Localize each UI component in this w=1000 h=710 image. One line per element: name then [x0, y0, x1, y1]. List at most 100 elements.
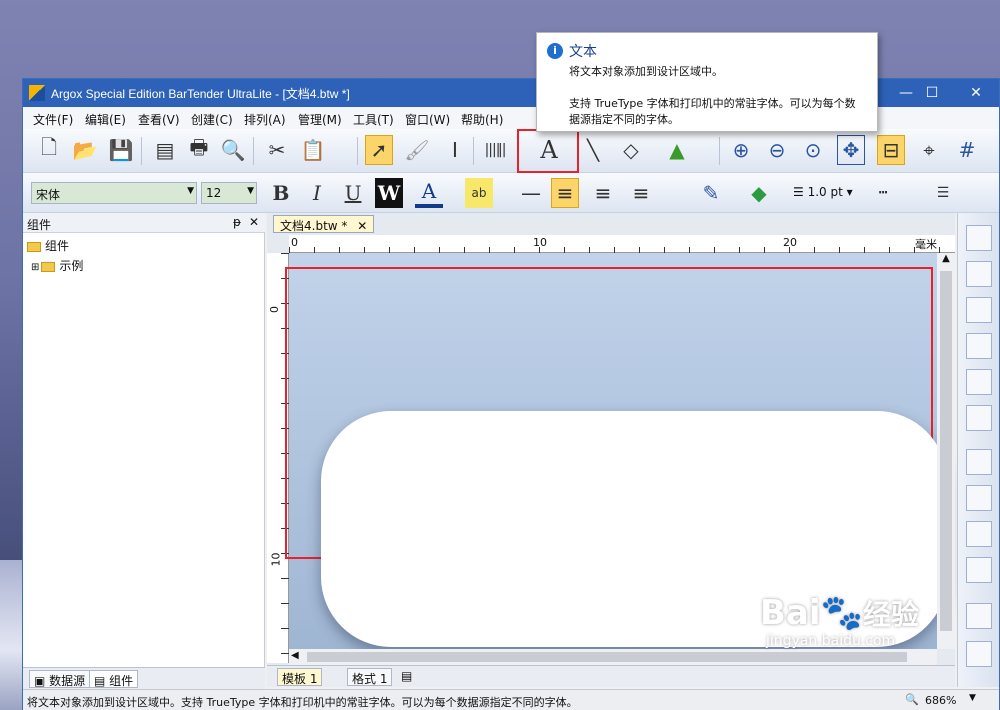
menu-help[interactable]: 帮助(H) [461, 111, 503, 128]
menu-edit[interactable]: 编辑(E) [85, 111, 126, 128]
toolbar-separator [719, 137, 720, 165]
scroll-thumb[interactable] [307, 652, 907, 662]
guides-icon[interactable]: ⌖ [915, 135, 943, 165]
menu-file[interactable]: 文件(F) [33, 111, 73, 128]
expand-icon[interactable]: ⊞ [31, 262, 39, 273]
font-size-select[interactable]: 12 ▼ [201, 182, 257, 204]
border-style-icon[interactable]: ☰ [929, 178, 957, 208]
line-style-icon[interactable]: ┅ [869, 178, 897, 208]
align-left-icon[interactable]: ≡ [551, 178, 579, 208]
panel-close-icon[interactable]: ✕ [249, 215, 259, 229]
scroll-left-icon[interactable]: ◀ [291, 650, 299, 661]
maximize-button[interactable]: ☐ [909, 79, 955, 107]
tree-item-example[interactable]: ⊞ 示例 [31, 257, 83, 274]
line-color-icon[interactable]: ✎ [697, 178, 725, 208]
chevron-down-icon: ▼ [247, 186, 254, 196]
center-vertically-icon[interactable] [966, 485, 992, 511]
paste-icon[interactable]: 📋 [299, 135, 327, 165]
same-width-icon[interactable] [966, 603, 992, 629]
text-cursor-icon[interactable]: I [441, 135, 469, 165]
font-value: 宋体 [36, 188, 61, 202]
align-left-edges-icon[interactable] [966, 225, 992, 251]
text-tool-highlight [517, 129, 579, 173]
menu-arrange[interactable]: 排列(A) [244, 111, 286, 128]
main-toolbar: 🗋 📂 💾 ▤ 🖶 🔍 ✂ 📋 ➚ 🖌 I |||‖| A ╲ ◇ ▲ ⊕ ⊖ … [23, 129, 999, 173]
scroll-up-icon[interactable]: ▲ [937, 253, 955, 264]
menu-tools[interactable]: 工具(T) [353, 111, 394, 128]
new-file-icon[interactable]: 🗋 [35, 135, 63, 165]
zoom-fit-icon[interactable]: ⊙ [799, 135, 827, 165]
chevron-down-icon: ▼ [187, 186, 194, 196]
tab-format-1[interactable]: 格式 1 [347, 668, 393, 686]
same-height-icon[interactable] [966, 641, 992, 667]
grid-icon[interactable]: # [953, 135, 981, 165]
word-wrap-button[interactable]: W [375, 178, 403, 208]
font-color-button[interactable]: A [415, 178, 443, 208]
save-icon[interactable]: 💾 [107, 135, 135, 165]
select-pointer-icon[interactable]: ➚ [365, 135, 393, 165]
open-folder-icon[interactable]: 📂 [71, 135, 99, 165]
tree-root[interactable]: 组件 [27, 237, 69, 254]
document-tab[interactable]: 文档4.btw * ✕ [273, 215, 375, 233]
center-horizontally-icon[interactable] [966, 449, 992, 475]
align-right-icon[interactable]: ≡ [627, 178, 655, 208]
distribute-horizontally-icon[interactable] [966, 521, 992, 547]
shape-tool-icon[interactable]: ◇ [617, 135, 645, 165]
align-toolbar [957, 213, 999, 687]
italic-button[interactable]: I [303, 178, 331, 208]
tooltip-line: 据源指定不同的字体。 [569, 113, 679, 126]
add-tab-icon[interactable]: ▤ [401, 669, 412, 683]
highlight-button[interactable]: ab [465, 178, 493, 208]
zoom-page-icon[interactable]: ✥ [837, 135, 865, 165]
scroll-thumb[interactable] [940, 271, 952, 631]
barcode-icon[interactable]: |||‖| [481, 135, 509, 165]
document-tab-close-icon[interactable]: ✕ [357, 219, 367, 233]
line-tool-icon[interactable]: ╲ [579, 135, 607, 165]
format-painter-icon[interactable]: 🖌 [403, 135, 431, 165]
baidu-watermark: Bai🐾经验 jingyan.baidu.com [760, 595, 919, 649]
picture-tool-icon[interactable]: ▲ [663, 135, 691, 165]
align-horizontal-centers-icon[interactable] [966, 369, 992, 395]
menu-create[interactable]: 创建(C) [191, 111, 233, 128]
align-bottom-edges-icon[interactable] [966, 333, 992, 359]
pin-icon[interactable]: ᵽ [233, 215, 241, 229]
page-setup-icon[interactable]: ▤ [151, 135, 179, 165]
tab-template-1[interactable]: 模板 1 [277, 668, 323, 686]
underline-button[interactable]: U [339, 178, 367, 208]
align-top-edges-icon[interactable] [966, 297, 992, 323]
align-none-icon[interactable]: — [517, 178, 545, 208]
menu-view[interactable]: 查看(V) [138, 111, 180, 128]
horizontal-ruler: 0 10 20 毫米 [289, 235, 955, 253]
cut-icon[interactable]: ✂ [263, 135, 291, 165]
tab-components[interactable]: ▤ 组件 [89, 670, 139, 688]
font-select[interactable]: 宋体 ▼ [31, 182, 197, 204]
zoom-dropdown-icon[interactable]: ▼ [969, 693, 976, 703]
tab-label: 组件 [109, 674, 134, 688]
menu-manage[interactable]: 管理(M) [298, 111, 342, 128]
zoom-out-icon[interactable]: ⊖ [763, 135, 791, 165]
close-button[interactable]: ✕ [953, 79, 999, 107]
tab-data-sources[interactable]: ▣ 数据源 [29, 670, 91, 688]
font-size-value: 12 [206, 186, 222, 200]
print-preview-icon[interactable]: 🔍 [219, 135, 247, 165]
tree-root-label: 组件 [45, 239, 70, 253]
line-width-select[interactable]: ☰ 1.0 pt ▾ [793, 185, 853, 199]
align-vertical-centers-icon[interactable] [966, 405, 992, 431]
tree-item-label: 示例 [59, 259, 84, 273]
align-center-icon[interactable]: ≡ [589, 178, 617, 208]
menu-window[interactable]: 窗口(W) [405, 111, 450, 128]
distribute-vertically-icon[interactable] [966, 557, 992, 583]
bold-button[interactable]: B [267, 178, 295, 208]
vertical-scrollbar[interactable]: ▲ [937, 253, 955, 649]
info-icon: i [547, 43, 563, 59]
print-icon[interactable]: 🖶 [185, 135, 213, 165]
watermark-brand-suffix: 经验 [862, 598, 919, 631]
align-right-edges-icon[interactable] [966, 261, 992, 287]
ruler-tick-label: 0 [268, 306, 281, 313]
component-icon: ▤ [94, 674, 110, 688]
zoom-in-icon[interactable]: ⊕ [727, 135, 755, 165]
database-icon: ▣ [34, 674, 50, 688]
fill-color-icon[interactable]: ◆ [745, 178, 773, 208]
ruler-toggle-icon[interactable]: ⊟ [877, 135, 905, 165]
horizontal-scrollbar[interactable]: ◀ [289, 649, 937, 665]
